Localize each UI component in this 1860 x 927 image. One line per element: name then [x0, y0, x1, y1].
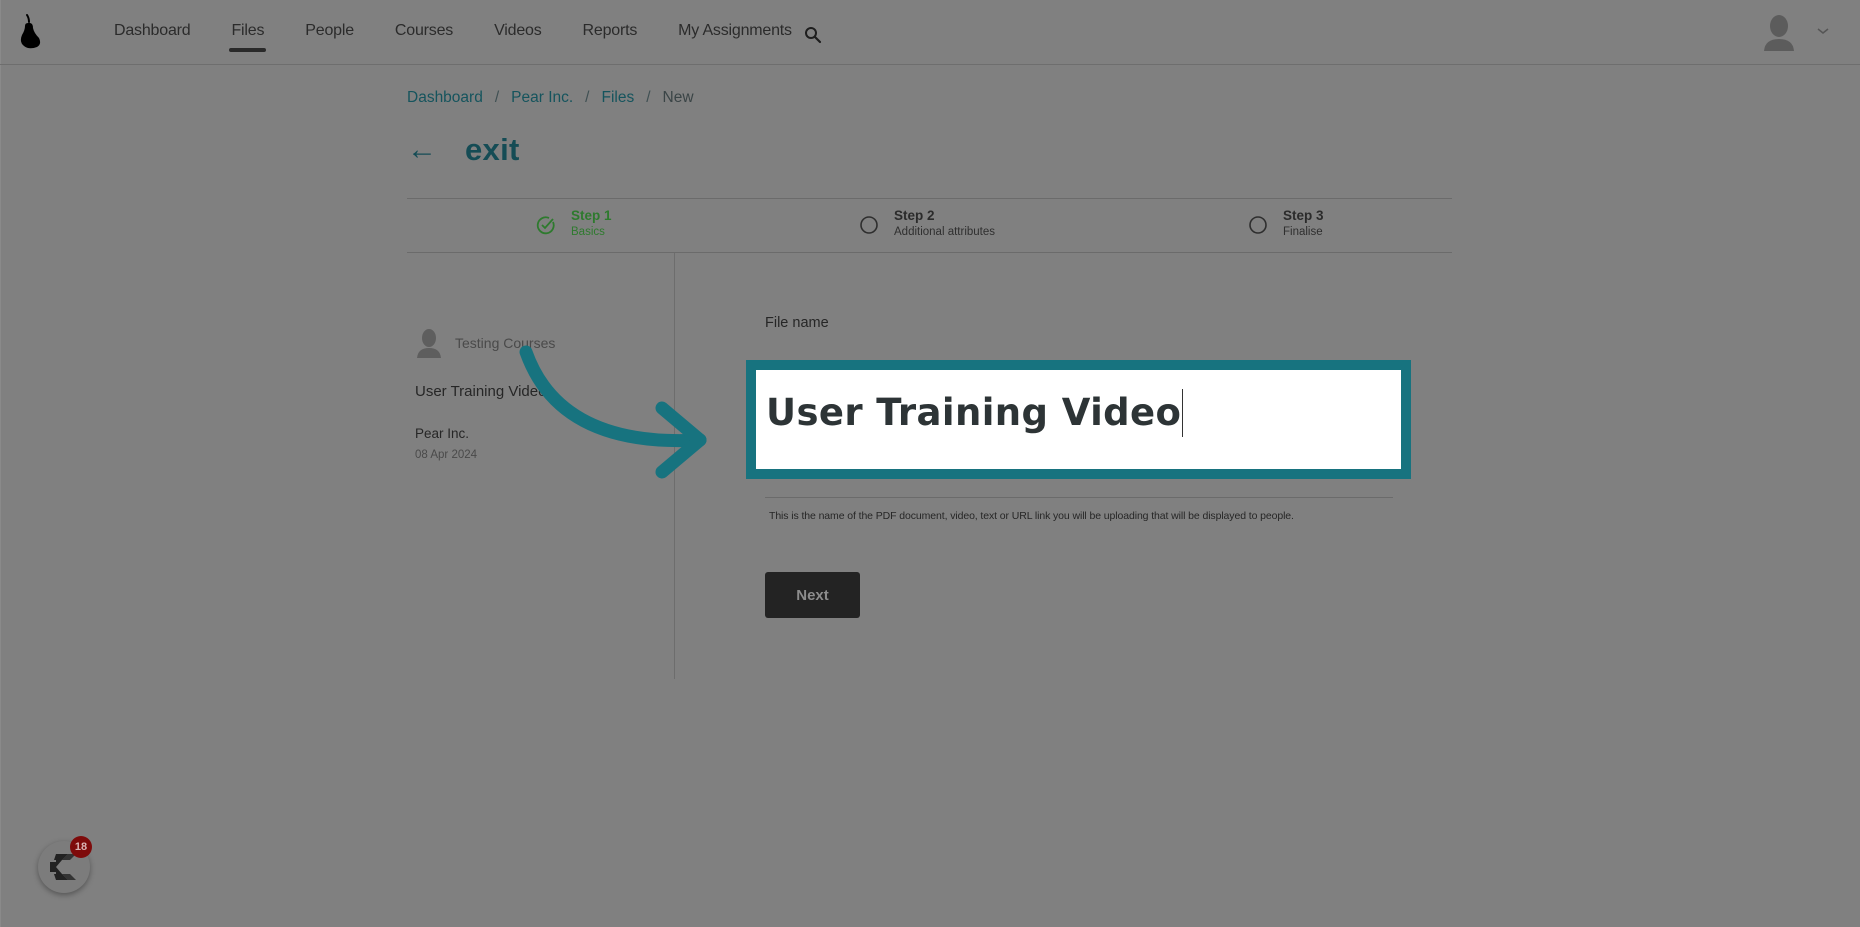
- page-edge: [0, 0, 1, 927]
- nav-files[interactable]: Files: [229, 0, 267, 64]
- exit-button[interactable]: ← exit: [407, 130, 520, 170]
- chevron-down-icon[interactable]: [1816, 26, 1830, 36]
- step-2-subtitle: Additional attributes: [894, 226, 996, 238]
- breadcrumb-separator: /: [585, 89, 590, 106]
- arrow-left-icon: ←: [407, 133, 437, 166]
- file-name-label: File name: [765, 315, 829, 331]
- nav-people[interactable]: People: [305, 0, 354, 64]
- exit-label: exit: [465, 132, 520, 167]
- owner-name: Testing Courses: [455, 335, 556, 351]
- file-name-input[interactable]: User Training Video: [756, 370, 1401, 469]
- next-button[interactable]: Next: [765, 572, 860, 618]
- nav-videos[interactable]: Videos: [494, 0, 542, 64]
- chat-widget-button[interactable]: 18: [38, 836, 92, 893]
- file-name-help-text: This is the name of the PDF document, vi…: [769, 510, 1294, 522]
- file-owner: Testing Courses: [416, 328, 555, 358]
- circle-icon: [860, 216, 878, 234]
- step-3[interactable]: Step 3 Finalise: [1248, 207, 1324, 240]
- nav-my-assignments[interactable]: My Assignments: [678, 0, 792, 64]
- breadcrumb: Dashboard / Pear Inc. / Files / New: [407, 89, 694, 107]
- step-1-title: Step 1: [571, 208, 612, 223]
- breadcrumb-pear-inc[interactable]: Pear Inc.: [511, 89, 573, 107]
- notification-badge: 18: [70, 836, 92, 858]
- input-highlight-annotation: User Training Video: [746, 360, 1411, 479]
- nav-dashboard[interactable]: Dashboard: [114, 0, 191, 64]
- circle-icon: [1249, 216, 1267, 234]
- breadcrumb-dashboard[interactable]: Dashboard: [407, 89, 483, 107]
- breadcrumb-current: New: [662, 89, 694, 106]
- step-2-title: Step 2: [894, 208, 935, 223]
- step-1[interactable]: Step 1 Basics: [536, 207, 612, 240]
- step-3-subtitle: Finalise: [1283, 226, 1323, 238]
- organization-name: Pear Inc.: [415, 426, 470, 441]
- check-circle-icon: [536, 216, 555, 235]
- file-title-preview: User Training Video: [415, 383, 547, 400]
- step-2[interactable]: Step 2 Additional attributes: [859, 207, 995, 240]
- step-3-title: Step 3: [1283, 208, 1324, 223]
- stepper: Step 1 Basics Step 2 Additional attribut…: [407, 199, 1452, 252]
- sidebar-divider: [674, 253, 675, 679]
- breadcrumb-separator: /: [646, 89, 651, 106]
- file-name-value: User Training Video: [766, 391, 1182, 434]
- owner-avatar-icon: [417, 329, 441, 358]
- pear-logo-icon[interactable]: [18, 13, 44, 49]
- text-caret: [1182, 388, 1184, 437]
- main-nav: Dashboard Files People Courses Videos Re…: [114, 0, 833, 64]
- created-date: 08 Apr 2024: [415, 449, 478, 461]
- input-underline: [765, 497, 1393, 498]
- stepper-bottom-divider: [407, 252, 1452, 253]
- nav-reports[interactable]: Reports: [583, 0, 638, 64]
- top-navbar: Dashboard Files People Courses Videos Re…: [0, 0, 1860, 65]
- step-1-subtitle: Basics: [571, 226, 605, 238]
- user-avatar-icon[interactable]: [1762, 13, 1796, 51]
- breadcrumb-files[interactable]: Files: [601, 89, 634, 107]
- breadcrumb-separator: /: [494, 89, 500, 106]
- search-icon[interactable]: [804, 26, 822, 44]
- nav-courses[interactable]: Courses: [395, 0, 453, 64]
